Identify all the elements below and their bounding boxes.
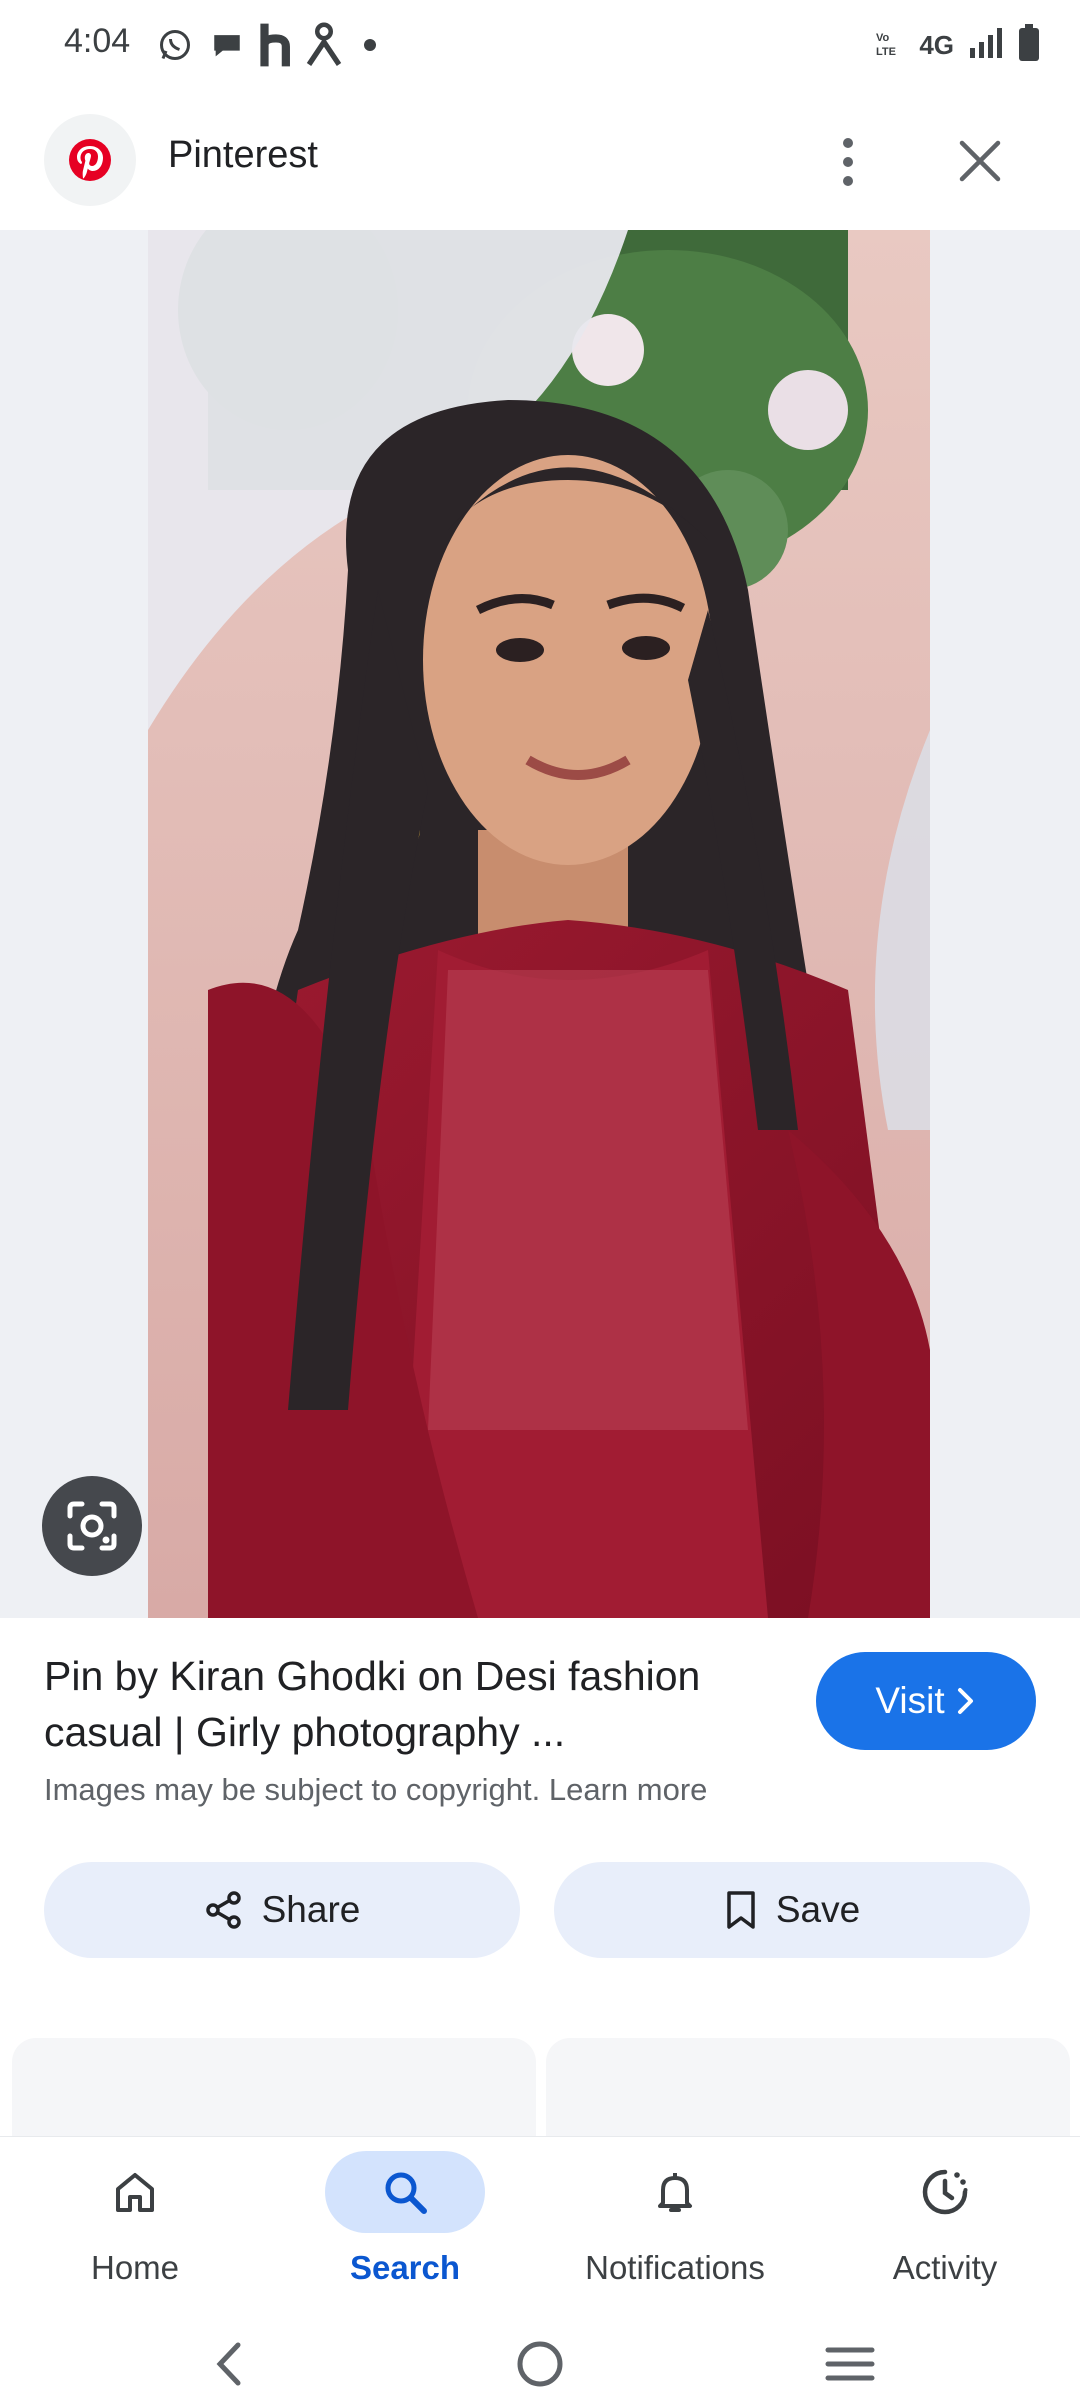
more-vert-dot (843, 157, 853, 167)
signal-icon (968, 26, 1004, 65)
result-image[interactable] (148, 230, 930, 1618)
nav-label-search: Search (349, 2249, 461, 2286)
camera-lens-icon (67, 1501, 117, 1551)
close-icon (959, 140, 1001, 182)
svg-text:Vo: Vo (876, 32, 890, 44)
visit-label: Visit (875, 1680, 945, 1721)
bottom-navigation: Home Search Notifications Activity (0, 2136, 1080, 2321)
bookmark-icon (727, 1891, 755, 1929)
more-options-button[interactable] (816, 122, 880, 202)
close-button[interactable] (948, 120, 1012, 202)
save-button[interactable]: Save (554, 1862, 1030, 1958)
home-icon (116, 2173, 154, 2212)
nav-label-home: Home (90, 2249, 180, 2286)
status-time: 4:04 (64, 22, 131, 60)
network-type: 4G (919, 29, 954, 60)
share-button[interactable]: Share (44, 1862, 520, 1958)
more-vert-icon (843, 138, 853, 148)
nav-label-activity: Activity (892, 2249, 998, 2286)
result-title[interactable]: Pin by Kiran Ghodki on Desi fashion casu… (44, 1648, 804, 1760)
copyright-note[interactable]: Images may be subject to copyright. Lear… (44, 1772, 707, 1808)
chat-icon (204, 22, 250, 68)
share-icon (205, 1891, 241, 1929)
bell-icon (658, 2173, 692, 2212)
lens-search-button[interactable] (42, 1476, 142, 1576)
status-bar: 4:04 Vo LTE 4G (0, 0, 1080, 92)
nav-item-home[interactable]: Home (0, 2137, 270, 2321)
site-name[interactable]: Pinterest (168, 134, 318, 177)
save-label: Save (775, 1889, 861, 1930)
status-right: Vo LTE 4G (875, 23, 1040, 67)
pinterest-logo-icon[interactable] (44, 114, 136, 206)
svg-text:LTE: LTE (876, 46, 896, 57)
nav-search-icon-wrap (325, 2151, 485, 2233)
whatsapp-icon (152, 22, 198, 68)
chevron-right-icon (957, 1688, 973, 1714)
nav-label-notifications: Notifications (585, 2249, 765, 2286)
volte-icon: Vo LTE (875, 29, 905, 62)
home-circle-icon (517, 2341, 563, 2387)
visit-button[interactable]: Visit (816, 1652, 1036, 1750)
dot-icon (352, 22, 388, 68)
nav-notifications-icon-wrap (595, 2151, 755, 2233)
nav-item-activity[interactable]: Activity (810, 2137, 1080, 2321)
more-vert-dot (843, 176, 853, 186)
recents-button[interactable] (790, 2328, 910, 2400)
battery-icon (1018, 23, 1040, 67)
recents-icon (825, 2347, 875, 2381)
nav-activity-icon-wrap (865, 2151, 1025, 2233)
image-preview-area (0, 230, 1080, 1618)
result-header: Pinterest (0, 92, 1080, 230)
nav-home-icon-wrap (55, 2151, 215, 2233)
share-label: Share (261, 1889, 361, 1930)
search-icon (385, 2172, 427, 2214)
nav-item-notifications[interactable]: Notifications (540, 2137, 810, 2321)
nav-item-search[interactable]: Search (270, 2137, 540, 2321)
back-button[interactable] (168, 2328, 288, 2400)
home-system-button[interactable] (480, 2328, 600, 2400)
person-app-icon (302, 22, 346, 68)
activity-icon (922, 2169, 968, 2215)
h-app-icon (254, 22, 298, 68)
system-navigation-bar (0, 2320, 1080, 2408)
back-icon (216, 2342, 241, 2386)
